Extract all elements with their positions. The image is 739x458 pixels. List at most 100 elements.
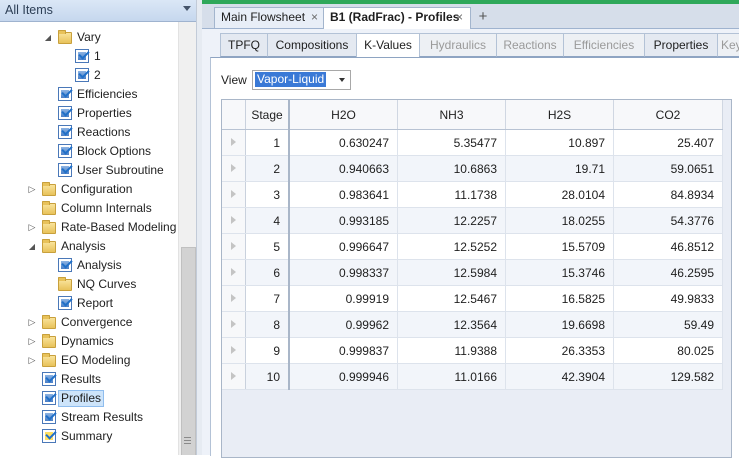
co2-cell[interactable]: 49.9833 [613, 285, 723, 312]
h2o-cell[interactable]: 0.996647 [289, 233, 398, 260]
h2o-cell[interactable]: 0.99962 [289, 311, 398, 338]
tree-item-vary[interactable]: ◢ Vary [0, 28, 178, 47]
h2o-cell[interactable]: 0.99919 [289, 285, 398, 312]
table-row[interactable]: 7 0.99919 12.5467 16.5825 49.9833 [222, 285, 723, 312]
nav-header[interactable]: All Items [0, 0, 196, 22]
table-row[interactable]: 3 0.983641 11.1738 28.0104 84.8934 [222, 181, 723, 208]
tree-item-rate-based-modeling[interactable]: ▷ Rate-Based Modeling [0, 218, 178, 237]
tree-item-nq-curves[interactable]: NQ Curves [0, 275, 178, 294]
table-row[interactable]: 2 0.940663 10.6863 19.71 59.0651 [222, 155, 723, 182]
expand-arrow-icon[interactable]: ▷ [27, 218, 37, 237]
nh3-cell[interactable]: 12.3564 [397, 311, 506, 338]
nh3-cell[interactable]: 5.35477 [397, 129, 506, 156]
tab-properties[interactable]: Properties [644, 33, 718, 57]
tree-item-eo-modeling[interactable]: ▷ EO Modeling [0, 351, 178, 370]
h2o-cell[interactable]: 0.999837 [289, 337, 398, 364]
tree-item-summary[interactable]: Summary [0, 427, 178, 446]
tree-item-report[interactable]: Report [0, 294, 178, 313]
tab-compositions[interactable]: Compositions [267, 33, 357, 57]
row-header[interactable] [222, 363, 246, 390]
nh3-cell[interactable]: 12.5984 [397, 259, 506, 286]
chevron-down-icon[interactable] [183, 6, 191, 11]
row-header[interactable] [222, 259, 246, 286]
column-header-nh3[interactable]: NH3 [397, 100, 506, 130]
tree-item-block-options[interactable]: Block Options [0, 142, 178, 161]
row-header[interactable] [222, 285, 246, 312]
co2-cell[interactable]: 25.407 [613, 129, 723, 156]
co2-cell[interactable]: 54.3776 [613, 207, 723, 234]
nav-scrollbar-thumb[interactable] [181, 247, 196, 455]
table-row[interactable]: 9 0.999837 11.9388 26.3353 80.025 [222, 337, 723, 364]
tab-key[interactable]: Key [717, 33, 739, 57]
row-header[interactable] [222, 155, 246, 182]
co2-cell[interactable]: 46.8512 [613, 233, 723, 260]
tree-item-results[interactable]: Results [0, 370, 178, 389]
co2-cell[interactable]: 46.2595 [613, 259, 723, 286]
nav-scrollbar[interactable] [178, 22, 196, 455]
h2o-cell[interactable]: 0.630247 [289, 129, 398, 156]
tree-item-analysis[interactable]: ◢ Analysis [0, 237, 178, 256]
co2-cell[interactable]: 84.8934 [613, 181, 723, 208]
new-tab-button[interactable]: + [476, 9, 490, 24]
h2s-cell[interactable]: 10.897 [505, 129, 614, 156]
table-row[interactable]: 8 0.99962 12.3564 19.6698 59.49 [222, 311, 723, 338]
h2s-cell[interactable]: 16.5825 [505, 285, 614, 312]
h2s-cell[interactable]: 19.71 [505, 155, 614, 182]
h2s-cell[interactable]: 28.0104 [505, 181, 614, 208]
h2s-cell[interactable]: 42.3904 [505, 363, 614, 390]
co2-cell[interactable]: 129.582 [613, 363, 723, 390]
column-header-h2s[interactable]: H2S [505, 100, 614, 130]
collapse-arrow-icon[interactable]: ◢ [43, 28, 53, 47]
row-header[interactable] [222, 233, 246, 260]
table-row[interactable]: 4 0.993185 12.2257 18.0255 54.3776 [222, 207, 723, 234]
column-header-h2o[interactable]: H2O [289, 100, 398, 130]
table-row[interactable]: 6 0.998337 12.5984 15.3746 46.2595 [222, 259, 723, 286]
expand-arrow-icon[interactable]: ▷ [27, 332, 37, 351]
table-row[interactable]: 10 0.999946 11.0166 42.3904 129.582 [222, 363, 723, 390]
tree-item-analysis[interactable]: Analysis [0, 256, 178, 275]
tab-hydraulics[interactable]: Hydraulics [419, 33, 497, 57]
nh3-cell[interactable]: 12.2257 [397, 207, 506, 234]
tree-item-convergence[interactable]: ▷ Convergence [0, 313, 178, 332]
h2s-cell[interactable]: 15.3746 [505, 259, 614, 286]
h2s-cell[interactable]: 26.3353 [505, 337, 614, 364]
h2s-cell[interactable]: 19.6698 [505, 311, 614, 338]
tree-item-configuration[interactable]: ▷ Configuration [0, 180, 178, 199]
row-header[interactable] [222, 181, 246, 208]
co2-cell[interactable]: 80.025 [613, 337, 723, 364]
expand-arrow-icon[interactable]: ▷ [27, 351, 37, 370]
view-select[interactable]: Vapor-Liquid [252, 70, 351, 90]
tree-item-user-subroutine[interactable]: User Subroutine [0, 161, 178, 180]
tree-item-2[interactable]: 2 [0, 66, 178, 85]
tab-reactions[interactable]: Reactions [496, 33, 564, 57]
h2o-cell[interactable]: 0.999946 [289, 363, 398, 390]
table-row[interactable]: 5 0.996647 12.5252 15.5709 46.8512 [222, 233, 723, 260]
collapse-arrow-icon[interactable]: ◢ [27, 237, 37, 256]
co2-cell[interactable]: 59.49 [613, 311, 723, 338]
row-header[interactable] [222, 207, 246, 234]
row-header[interactable] [222, 311, 246, 338]
tree-item-stream-results[interactable]: Stream Results [0, 408, 178, 427]
row-header[interactable] [222, 129, 246, 156]
tree-item-profiles[interactable]: Profiles [0, 389, 178, 408]
column-header-co2[interactable]: CO2 [613, 100, 723, 130]
nh3-cell[interactable]: 12.5467 [397, 285, 506, 312]
expand-arrow-icon[interactable]: ▷ [27, 180, 37, 199]
nh3-cell[interactable]: 10.6863 [397, 155, 506, 182]
h2s-cell[interactable]: 18.0255 [505, 207, 614, 234]
tab-b1-radfrac-profiles[interactable]: B1 (RadFrac) - Profiles × [323, 7, 471, 29]
nh3-cell[interactable]: 11.1738 [397, 181, 506, 208]
close-icon[interactable]: × [311, 8, 318, 27]
tree-item-dynamics[interactable]: ▷ Dynamics [0, 332, 178, 351]
tree-item-reactions[interactable]: Reactions [0, 123, 178, 142]
nh3-cell[interactable]: 11.0166 [397, 363, 506, 390]
close-icon[interactable]: × [456, 8, 463, 27]
co2-cell[interactable]: 59.0651 [613, 155, 723, 182]
h2o-cell[interactable]: 0.998337 [289, 259, 398, 286]
nh3-cell[interactable]: 12.5252 [397, 233, 506, 260]
h2o-cell[interactable]: 0.940663 [289, 155, 398, 182]
table-row[interactable]: 1 0.630247 5.35477 10.897 25.407 [222, 129, 723, 156]
h2o-cell[interactable]: 0.993185 [289, 207, 398, 234]
row-header[interactable] [222, 337, 246, 364]
tab-main-flowsheet[interactable]: Main Flowsheet × [214, 7, 325, 28]
